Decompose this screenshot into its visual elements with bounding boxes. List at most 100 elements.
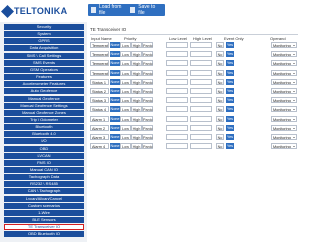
sidebar-item-fms-io[interactable]: FMS IO (4, 159, 84, 166)
event-only-yes-button[interactable]: Yes (226, 88, 234, 94)
event-only-yes-button[interactable]: Yes (226, 69, 234, 76)
high-level-input[interactable] (190, 97, 212, 104)
event-only-yes-button[interactable]: Yes (226, 78, 234, 85)
priority-panic-button[interactable]: Panic (142, 42, 153, 48)
priority-low-button[interactable]: Low (120, 143, 131, 150)
save-to-file-button[interactable]: Save to file (127, 4, 165, 16)
sidebar-item-gprs[interactable]: GPRS (4, 38, 84, 45)
sidebar-item-accelerometer-features[interactable]: Accelerometer Features (4, 81, 84, 88)
low-level-input[interactable] (166, 88, 188, 94)
priority-panic-button[interactable]: Panic (142, 97, 153, 104)
priority-none-button[interactable]: None (110, 60, 120, 67)
event-only-yes-button[interactable]: Yes (226, 97, 234, 104)
high-level-input[interactable] (190, 51, 212, 58)
sidebar-item-security[interactable]: Security (4, 24, 84, 30)
priority-panic-button[interactable]: Panic (142, 134, 153, 140)
priority-panic-button[interactable]: Panic (142, 60, 153, 67)
priority-none-button[interactable]: None (110, 124, 120, 131)
operand-select[interactable]: Monitoring (271, 106, 297, 113)
event-only-yes-button[interactable]: Yes (226, 115, 234, 122)
high-level-input[interactable] (190, 88, 212, 94)
priority-none-button[interactable]: None (110, 51, 120, 58)
priority-low-button[interactable]: Low (120, 78, 131, 85)
event-only-yes-button[interactable]: Yes (226, 106, 234, 113)
low-level-input[interactable] (166, 69, 188, 76)
high-level-input[interactable] (190, 78, 212, 85)
high-level-input[interactable] (190, 60, 212, 67)
priority-low-button[interactable]: Low (120, 106, 131, 113)
priority-low-button[interactable]: Low (120, 88, 131, 94)
priority-high-button[interactable]: High (131, 115, 142, 122)
sidebar-item-rs232-rs485[interactable]: RS232 \ RS485 (4, 181, 84, 188)
low-level-input[interactable] (166, 97, 188, 104)
priority-high-button[interactable]: High (131, 51, 142, 58)
high-level-input[interactable] (190, 115, 212, 122)
event-only-no-button[interactable]: No (216, 143, 224, 150)
priority-high-button[interactable]: High (131, 78, 142, 85)
priority-none-button[interactable]: None (110, 88, 120, 94)
load-from-file-button[interactable]: Load from file (88, 4, 129, 16)
operand-select[interactable]: Monitoring (271, 42, 297, 48)
event-only-no-button[interactable]: No (216, 60, 224, 67)
sidebar-item-auto-geofence[interactable]: Auto Geofence (4, 88, 84, 95)
high-level-input[interactable] (190, 124, 212, 131)
priority-low-button[interactable]: Low (120, 69, 131, 76)
sidebar-item-i-o[interactable]: I/O (4, 138, 84, 145)
high-level-input[interactable] (190, 106, 212, 113)
priority-panic-button[interactable]: Panic (142, 143, 153, 150)
sidebar-item-ble-sensors[interactable]: BLE Sensors (4, 217, 84, 224)
low-level-input[interactable] (166, 78, 188, 85)
operand-select[interactable]: Monitoring (271, 143, 297, 150)
event-only-no-button[interactable]: No (216, 124, 224, 131)
event-only-yes-button[interactable]: Yes (226, 124, 234, 131)
sidebar-item-tachograph-data[interactable]: Tachograph Data (4, 174, 84, 181)
priority-high-button[interactable]: High (131, 134, 142, 140)
priority-none-button[interactable]: None (110, 143, 120, 150)
priority-panic-button[interactable]: Panic (142, 69, 153, 76)
priority-panic-button[interactable]: Panic (142, 106, 153, 113)
event-only-no-button[interactable]: No (216, 78, 224, 85)
priority-panic-button[interactable]: Panic (142, 115, 153, 122)
priority-low-button[interactable]: Low (120, 124, 131, 131)
sidebar-item-sms-events[interactable]: SMS Events (4, 59, 84, 66)
sidebar-item-bluetooth[interactable]: Bluetooth (4, 124, 84, 131)
event-only-no-button[interactable]: No (216, 69, 224, 76)
operand-select[interactable]: Monitoring (271, 60, 297, 67)
low-level-input[interactable] (166, 143, 188, 150)
event-only-no-button[interactable]: No (216, 51, 224, 58)
priority-none-button[interactable]: None (110, 97, 120, 104)
sidebar-item-sms-call-settings[interactable]: SMS \ Call Settings (4, 52, 84, 59)
priority-low-button[interactable]: Low (120, 42, 131, 48)
sidebar-item-data-acquisition[interactable]: Data Acquisition (4, 45, 84, 52)
event-only-yes-button[interactable]: Yes (226, 143, 234, 150)
sidebar-item-lvcan[interactable]: LVCAN (4, 152, 84, 159)
high-level-input[interactable] (190, 143, 212, 150)
low-level-input[interactable] (166, 115, 188, 122)
operand-select[interactable]: Monitoring (271, 78, 297, 85)
sidebar-item-custom-scenarios[interactable]: Custom scenarios (4, 202, 84, 209)
operand-select[interactable]: Monitoring (271, 88, 297, 94)
priority-high-button[interactable]: High (131, 69, 142, 76)
low-level-input[interactable] (166, 134, 188, 140)
priority-none-button[interactable]: None (110, 78, 120, 85)
event-only-no-button[interactable]: No (216, 42, 224, 48)
event-only-no-button[interactable]: No (216, 106, 224, 113)
operand-select[interactable]: Monitoring (271, 97, 297, 104)
priority-high-button[interactable]: High (131, 97, 142, 104)
event-only-yes-button[interactable]: Yes (226, 51, 234, 58)
priority-panic-button[interactable]: Panic (142, 88, 153, 94)
operand-select[interactable]: Monitoring (271, 124, 297, 131)
low-level-input[interactable] (166, 51, 188, 58)
event-only-no-button[interactable]: No (216, 88, 224, 94)
priority-none-button[interactable]: None (110, 115, 120, 122)
high-level-input[interactable] (190, 69, 212, 76)
low-level-input[interactable] (166, 106, 188, 113)
event-only-yes-button[interactable]: Yes (226, 60, 234, 67)
operand-select[interactable]: Monitoring (271, 115, 297, 122)
event-only-yes-button[interactable]: Yes (226, 42, 234, 48)
priority-low-button[interactable]: Low (120, 115, 131, 122)
sidebar-item-lvcan-allcan-cancel[interactable]: Lvcan/Allcan/Cancel (4, 195, 84, 202)
priority-panic-button[interactable]: Panic (142, 124, 153, 131)
sidebar-item-manual-geofence[interactable]: Manual Geofence (4, 95, 84, 102)
high-level-input[interactable] (190, 134, 212, 140)
